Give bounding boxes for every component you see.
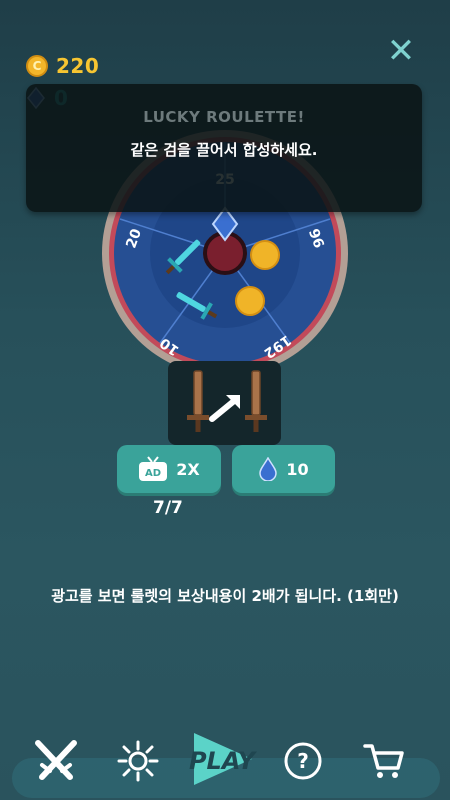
dialog-message: 같은 검을 끌어서 합성하세요. xyxy=(130,141,318,159)
nav-help[interactable]: ? xyxy=(275,733,331,789)
nav-play[interactable]: PLAY xyxy=(186,733,258,789)
tutorial-dialog: LUCKY ROULETTE! 같은 검을 끌어서 합성하세요. xyxy=(26,84,422,212)
play-label: PLAY xyxy=(188,747,256,775)
gem-spin-button[interactable]: 10 xyxy=(232,445,335,493)
question-icon: ? xyxy=(284,742,322,780)
wheel-coin-icon xyxy=(250,240,280,270)
coin-counter: C 220 xyxy=(26,54,99,78)
close-button[interactable]: ✕ xyxy=(386,34,416,68)
arrow-icon xyxy=(209,395,240,422)
ad-multiplier-label: 2X xyxy=(176,459,200,479)
nav-battle[interactable] xyxy=(28,733,84,789)
crossed-swords-icon xyxy=(35,740,77,780)
spin-counter: 7/7 xyxy=(153,498,183,518)
nav-shop[interactable] xyxy=(356,733,412,789)
sun-icon xyxy=(117,740,159,782)
coin-amount: 220 xyxy=(56,54,100,78)
sword-icon xyxy=(187,370,209,432)
info-text: 광고를 보면 룰렛의 보상내용이 2배가 됩니다. (1회만) xyxy=(51,587,399,605)
nav-skills[interactable] xyxy=(110,733,166,789)
wheel-coin-icon xyxy=(235,286,265,316)
dialog-title: LUCKY ROULETTE! xyxy=(143,108,305,126)
gem-cost-label: 10 xyxy=(286,459,309,479)
gem-icon xyxy=(259,457,278,481)
tv-ad-icon: AD xyxy=(139,456,168,481)
svg-text:?: ? xyxy=(297,749,309,773)
ad-badge-text: AD xyxy=(145,468,161,479)
watch-ad-double-button[interactable]: AD 2X xyxy=(117,445,221,493)
merge-hint xyxy=(168,361,281,445)
cart-icon xyxy=(363,744,404,778)
coin-icon: C xyxy=(26,55,48,77)
sword-icon xyxy=(245,370,267,432)
